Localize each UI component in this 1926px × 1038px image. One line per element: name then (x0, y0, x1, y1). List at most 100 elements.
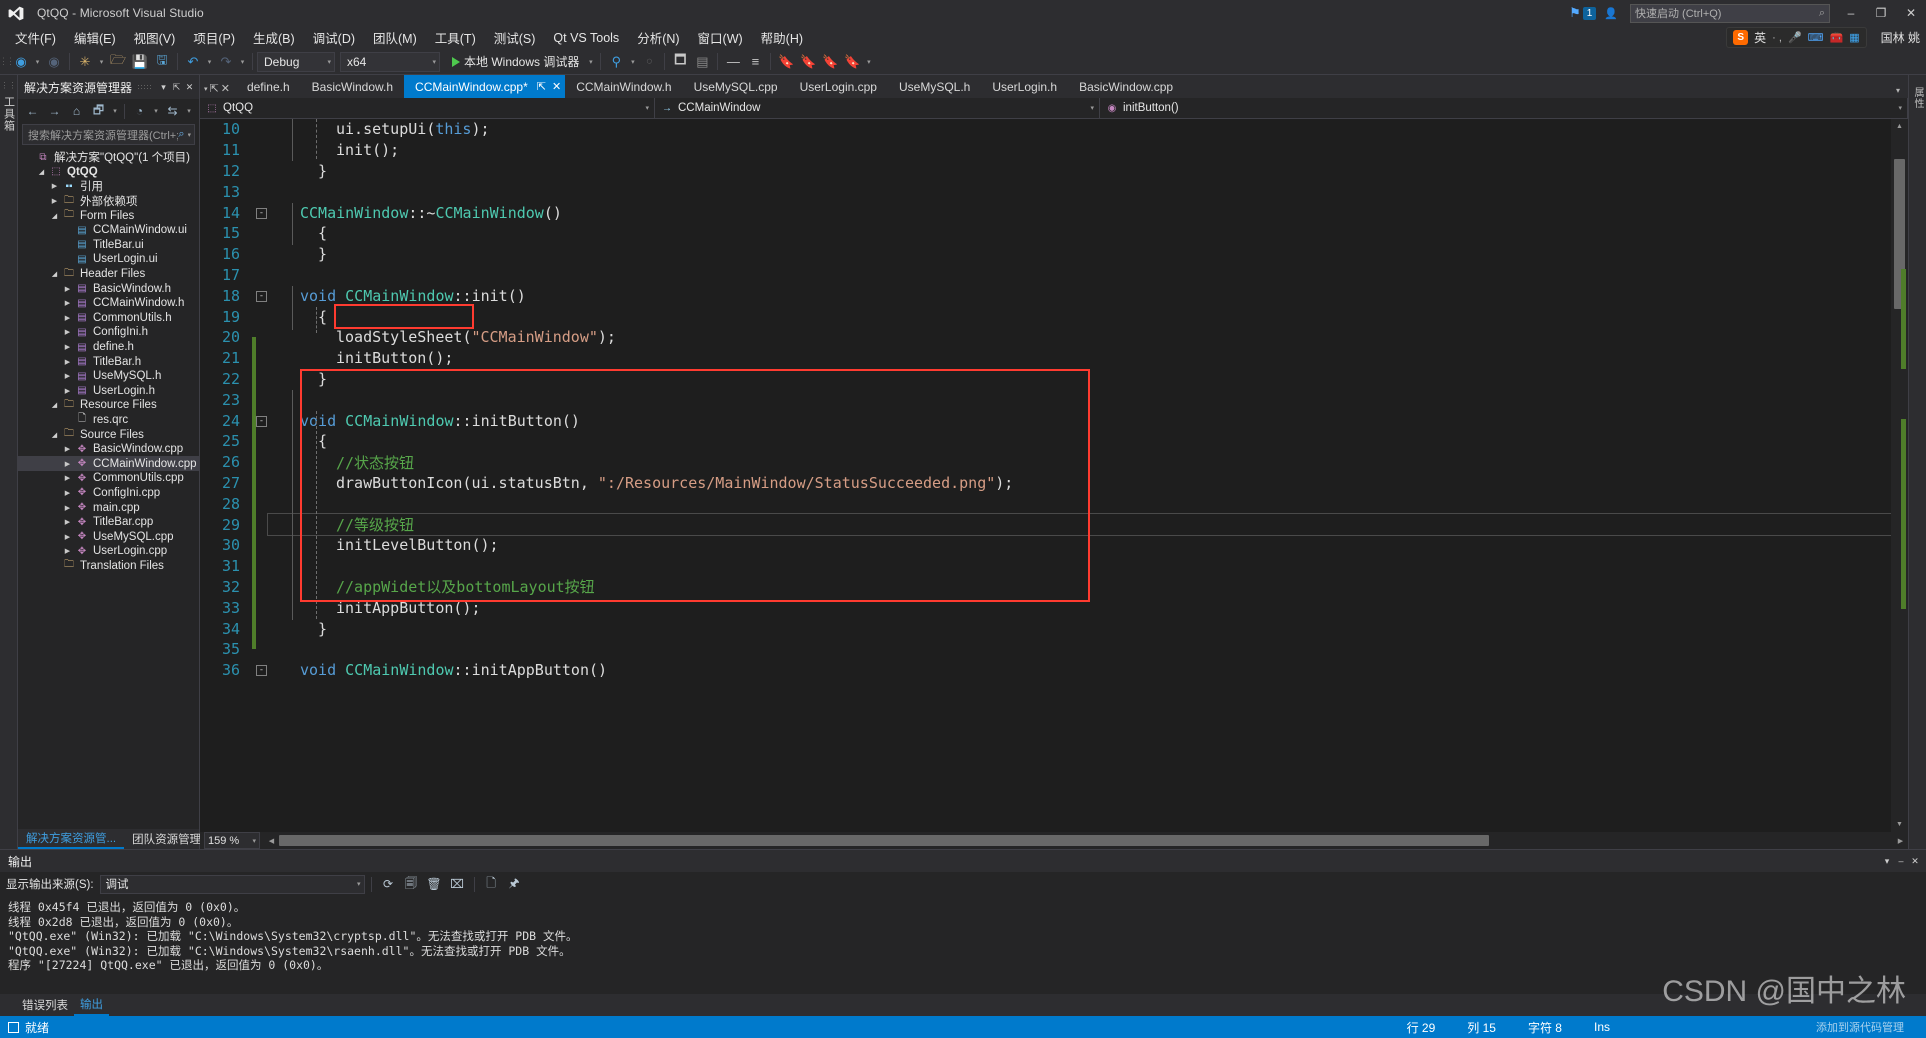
redo-icon[interactable]: ↷ (215, 51, 237, 73)
microphone-icon[interactable]: 🎤 (1788, 31, 1802, 44)
menu-file[interactable]: 文件(F) (6, 26, 65, 49)
tab-output[interactable]: 输出 (74, 994, 109, 1016)
close-button[interactable]: ✕ (1896, 0, 1926, 26)
menu-qt-vs-tools[interactable]: Qt VS Tools (544, 29, 628, 47)
expand-arrow-icon[interactable]: ◢ (48, 401, 61, 409)
collapse-arrow-icon[interactable]: ▶ (61, 547, 74, 555)
tree-item[interactable]: ▶ ▤ define.h (18, 340, 199, 355)
navigate-forward-icon[interactable]: ◉ (43, 51, 65, 73)
apps-grid-icon[interactable]: ▦ (1849, 31, 1859, 44)
undo-caret-icon[interactable]: ▾ (204, 51, 215, 73)
collapse-arrow-icon[interactable]: ▶ (61, 343, 74, 351)
expand-arrow-icon[interactable]: ◢ (48, 270, 61, 278)
tree-item[interactable]: ▶ ▤ TitleBar.h (18, 354, 199, 369)
expand-arrow-icon[interactable]: ◢ (48, 431, 61, 439)
toolbox-strip[interactable]: ⋮⋮ 工具箱 (0, 75, 18, 849)
tree-item[interactable]: ▶ ▤ UserLogin.h (18, 384, 199, 399)
output-text[interactable]: 线程 0x45f4 已退出，返回值为 0 (0x0)。 线程 0x2d8 已退出，… (0, 896, 1926, 994)
find-message-icon[interactable]: ⟳ (378, 874, 399, 894)
start-debugging-button[interactable]: 本地 Windows 调试器 (446, 51, 585, 73)
code-line[interactable]: 15 { (200, 223, 1891, 244)
go-to-message-icon[interactable]: 🗐 (401, 874, 422, 894)
scroll-left-icon[interactable]: ◀ (264, 837, 279, 845)
code-line[interactable]: 24 - void CCMainWindow::initButton() (200, 410, 1891, 442)
code-line[interactable]: 16} (200, 244, 1891, 265)
collapse-arrow-icon[interactable]: ▶ (61, 518, 74, 526)
panel-dropdown-icon[interactable]: ▾ (157, 82, 170, 93)
tree-item[interactable]: 🗀 Translation Files (18, 559, 199, 574)
signed-in-user[interactable]: 国林 姚 (1881, 29, 1920, 46)
bookmark-prev-icon[interactable]: 🔖 (797, 51, 819, 73)
code-line[interactable]: 35 (200, 639, 1891, 660)
tree-item[interactable]: ▶ ✥ ConfigIni.cpp (18, 486, 199, 501)
open-file-icon[interactable]: 🗋 (481, 874, 502, 894)
output-minimize-icon[interactable]: – (1894, 856, 1908, 866)
panel-close-icon[interactable]: ✕ (183, 82, 196, 93)
attach-caret-icon[interactable]: ▾ (627, 51, 638, 73)
menu-edit[interactable]: 编辑(E) (65, 26, 125, 49)
breakpoint-icon[interactable]: ◌ (638, 51, 660, 73)
code-line[interactable]: 20 loadStyleSheet("CCMainWindow"); (200, 327, 1891, 359)
back-icon[interactable]: ← (22, 101, 43, 121)
new-item-caret-icon[interactable]: ▾ (96, 51, 107, 73)
tabstrip-close-icon[interactable]: ✕ (221, 82, 230, 95)
tree-item[interactable]: ◢ 🗀 Form Files (18, 208, 199, 223)
undo-icon[interactable]: ↶ (182, 51, 204, 73)
toggle-wordwrap-icon[interactable]: ⌧ (447, 874, 468, 894)
collapse-arrow-icon[interactable]: ▶ (61, 489, 74, 497)
new-item-icon[interactable]: ✳ (74, 51, 96, 73)
tree-item[interactable]: ◢ 🗀 Header Files (18, 267, 199, 282)
menu-test[interactable]: 测试(S) (485, 26, 545, 49)
outdent-icon[interactable]: — (722, 51, 744, 73)
code-line[interactable]: 33 initAppButton(); (200, 597, 1891, 629)
code-line[interactable]: 10 ui.setupUi(this); (200, 119, 1891, 140)
horizontal-scroll-thumb[interactable] (279, 835, 1489, 846)
code-line[interactable]: 21 initButton(); (200, 348, 1891, 379)
navbar-member-segment[interactable]: ◉ initButton() ▾ (1100, 97, 1908, 119)
bookmark-next-icon[interactable]: 🔖 (819, 51, 841, 73)
tree-item[interactable]: ▤ CCMainWindow.ui (18, 223, 199, 238)
tree-item[interactable]: ▶ ✥ CCMainWindow.cpp (18, 456, 199, 472)
code-line[interactable]: 29 //等级按钮 (200, 513, 1891, 546)
bookmark-clear-icon[interactable]: 🔖 (841, 51, 863, 73)
collapse-arrow-icon[interactable]: ▶ (61, 299, 74, 307)
tree-item[interactable]: ◢ 🗀 Source Files (18, 427, 199, 442)
toolbox-icon[interactable]: 🧰 (1830, 31, 1844, 44)
editor-tab[interactable]: BasicWindow.h (300, 75, 405, 98)
code-line[interactable]: 25 { (200, 431, 1891, 463)
editor-tab[interactable]: UserLogin.h (981, 75, 1069, 98)
code-line[interactable]: 32 //appWidet以及bottomLayout按钮 (200, 577, 1891, 608)
save-icon[interactable]: 💾 (129, 51, 151, 73)
editor-tab[interactable]: UseMySQL.h (887, 75, 982, 98)
navbar-project-segment[interactable]: ⬚ QtQQ ▾ (200, 97, 655, 119)
code-line[interactable]: 23 (200, 389, 1891, 421)
editor-tab[interactable]: CCMainWindow.cpp* ⇱ ✕ (404, 75, 566, 98)
clear-all-icon[interactable]: 🗑 (424, 874, 445, 894)
code-line[interactable]: 30 initLevelButton(); (200, 535, 1891, 567)
tree-item[interactable]: ▶ ▪▪ 引用 (18, 179, 199, 194)
code-line[interactable]: 18 - void CCMainWindow::init() (200, 285, 1891, 306)
menu-team[interactable]: 团队(M) (364, 26, 426, 49)
collapse-toggle-icon[interactable]: - (256, 290, 267, 302)
collapse-arrow-icon[interactable]: ▶ (61, 285, 74, 293)
toolbar-overflow-caret-icon[interactable]: ▾ (184, 101, 194, 121)
sync-icon[interactable]: ⇆ (162, 101, 183, 121)
tree-item[interactable]: ▤ TitleBar.ui (18, 238, 199, 253)
tree-item[interactable]: ▶ ▤ CommonUtils.h (18, 311, 199, 326)
minimize-button[interactable]: – (1836, 0, 1866, 26)
forward-icon[interactable]: → (44, 101, 65, 121)
expand-arrow-icon[interactable]: ◢ (35, 168, 48, 176)
editor-tab[interactable]: UseMySQL.cpp (682, 75, 789, 98)
list-icon[interactable]: ▤ (691, 51, 713, 73)
ime-punctuation-icon[interactable]: · , (1772, 32, 1782, 44)
solution-platform-combo[interactable]: x64 ▾ (340, 51, 440, 72)
collapse-toggle-icon[interactable]: - (256, 665, 267, 677)
menu-build[interactable]: 生成(B) (244, 26, 304, 49)
code-line[interactable]: 14- CCMainWindow::~CCMainWindow() (200, 202, 1891, 223)
scroll-right-icon[interactable]: ▶ (1893, 837, 1908, 845)
code-line[interactable]: 12} (200, 161, 1891, 182)
right-panel-strip[interactable]: 属性 (1908, 75, 1926, 849)
output-dropdown-icon[interactable]: ▾ (1880, 856, 1894, 867)
code-line[interactable]: 31 (200, 556, 1891, 587)
collapse-arrow-icon[interactable]: ▶ (61, 358, 74, 366)
